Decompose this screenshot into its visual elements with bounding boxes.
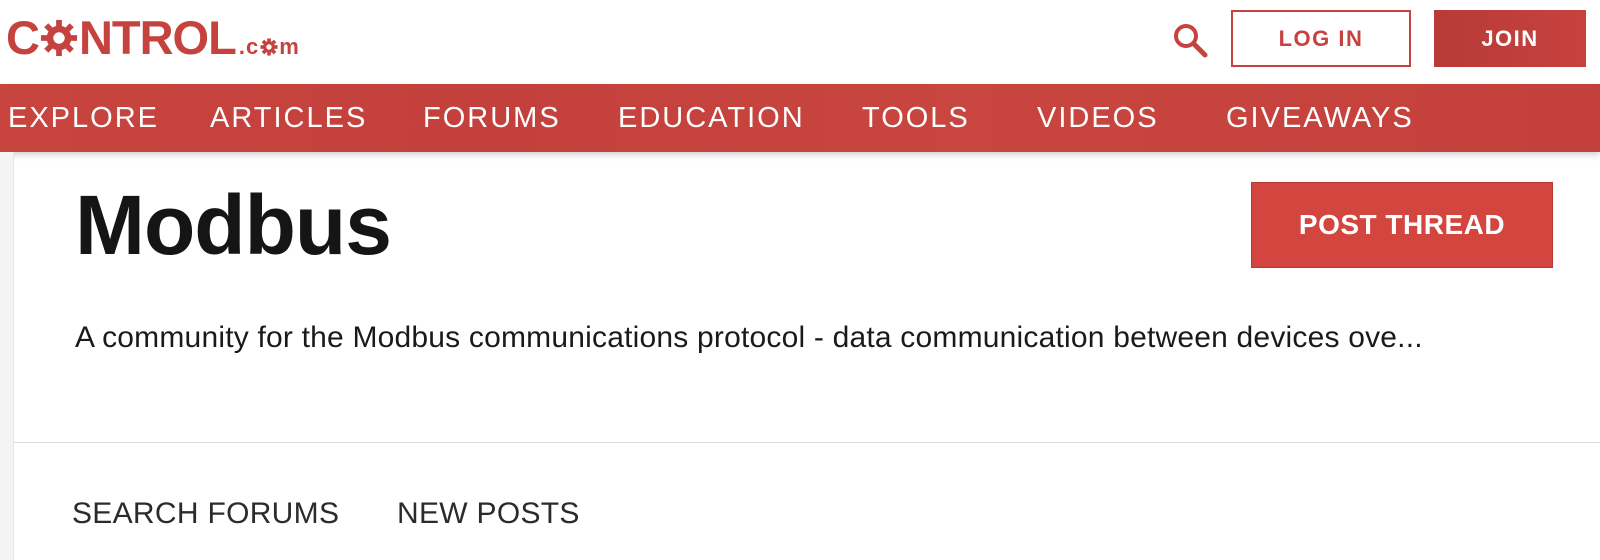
divider [14, 442, 1600, 443]
logo-domain-prefix: .c [238, 34, 260, 59]
page-title: Modbus [75, 178, 392, 272]
top-header: C NTROL .c m LOG IN JOIN [0, 0, 1600, 85]
nav-item-explore[interactable]: EXPLORE [8, 84, 159, 152]
logo-domain: .c m [239, 34, 300, 60]
logo-domain-suffix: m [279, 34, 300, 59]
nav-item-giveaways[interactable]: GIVEAWAYS [1226, 84, 1414, 152]
search-button[interactable] [1170, 20, 1210, 60]
join-button[interactable]: JOIN [1434, 10, 1586, 67]
gear-icon [40, 19, 78, 57]
logo-letter-c: C [6, 11, 40, 64]
left-rail [0, 152, 14, 560]
site-logo[interactable]: C NTROL .c m [6, 12, 300, 64]
search-forums-link[interactable]: SEARCH FORUMS [72, 494, 339, 534]
nav-item-education[interactable]: EDUCATION [618, 84, 805, 152]
nav-item-videos[interactable]: VIDEOS [1037, 84, 1159, 152]
small-gear-icon [260, 38, 278, 56]
nav-item-forums[interactable]: FORUMS [423, 84, 561, 152]
forum-description: A community for the Modbus communication… [75, 321, 1423, 354]
logo-letters: NTROL [78, 11, 237, 64]
nav-item-articles[interactable]: ARTICLES [210, 84, 367, 152]
login-button[interactable]: LOG IN [1231, 10, 1411, 67]
search-icon [1174, 24, 1208, 58]
post-thread-button[interactable]: POST THREAD [1251, 182, 1553, 268]
logo-wordmark: C NTROL [6, 11, 237, 64]
main-nav: EXPLORE ARTICLES FORUMS EDUCATION TOOLS … [0, 84, 1600, 152]
nav-item-tools[interactable]: TOOLS [862, 84, 970, 152]
new-posts-link[interactable]: NEW POSTS [397, 494, 580, 534]
